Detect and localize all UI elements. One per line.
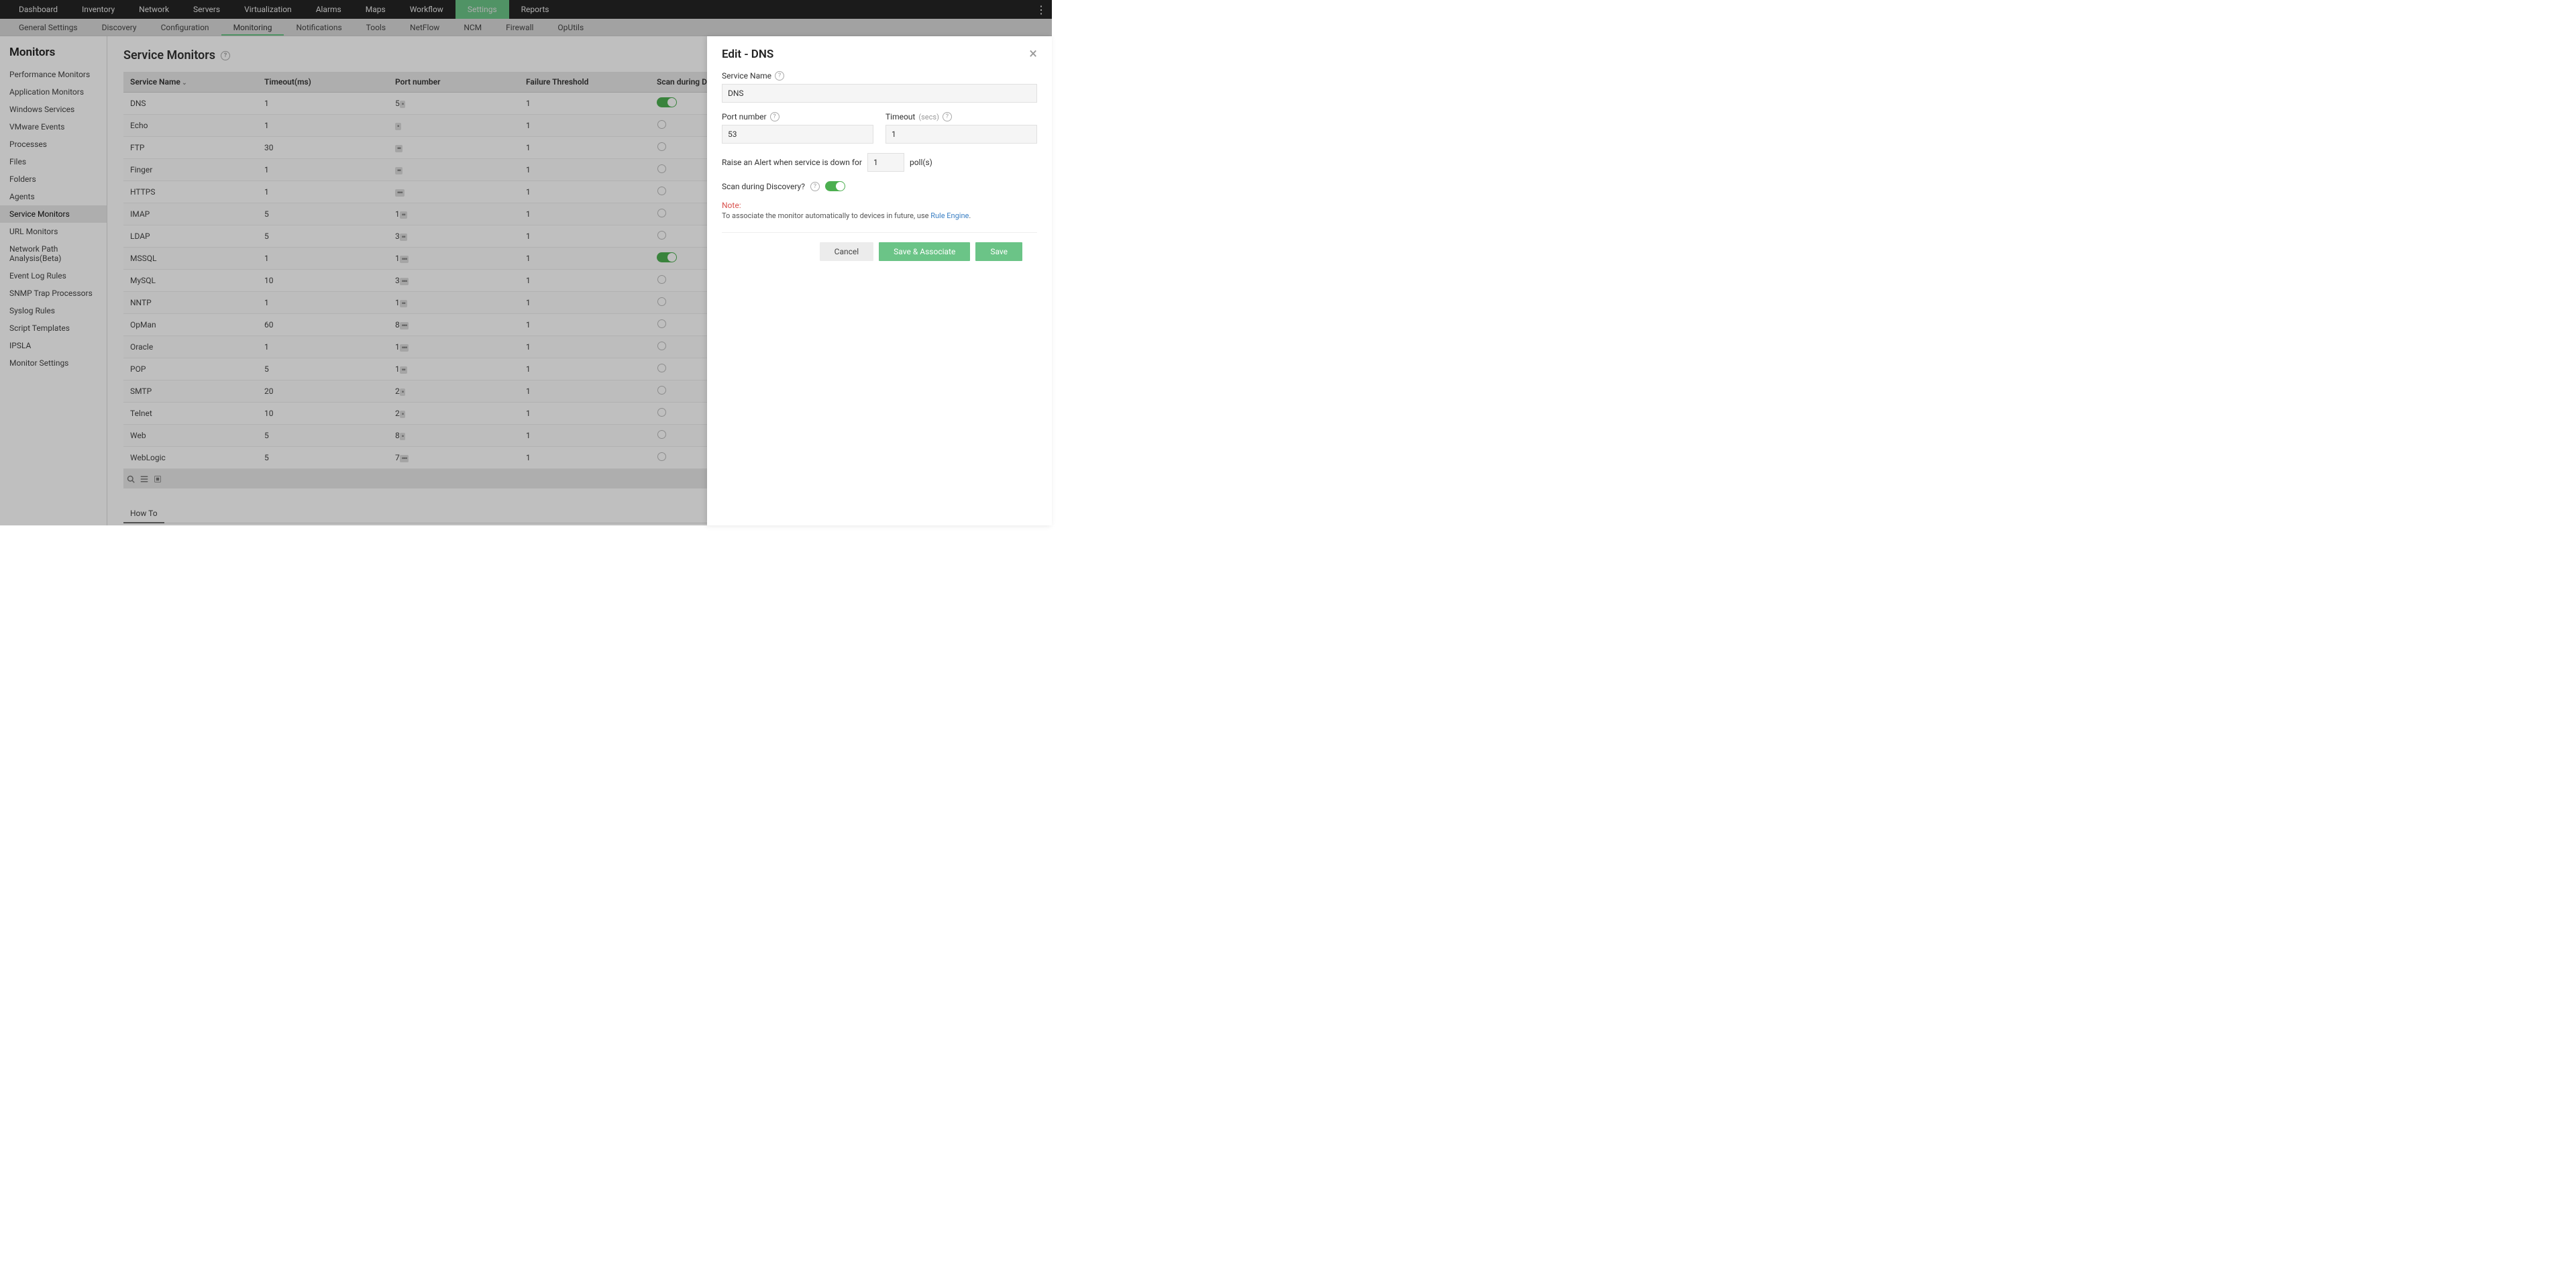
close-icon[interactable]: ×	[1029, 47, 1037, 62]
help-icon[interactable]: ?	[775, 71, 784, 81]
help-icon[interactable]: ?	[810, 182, 820, 191]
timeout-label: Timeout	[885, 112, 915, 121]
cancel-button[interactable]: Cancel	[820, 242, 874, 261]
note-text: To associate the monitor automatically t…	[722, 211, 1037, 220]
help-icon[interactable]: ?	[943, 112, 952, 121]
service-name-label: Service Name	[722, 71, 771, 81]
rule-engine-link[interactable]: Rule Engine	[930, 211, 969, 220]
scan-discovery-toggle[interactable]	[825, 181, 845, 191]
save-button[interactable]: Save	[975, 242, 1022, 261]
timeout-input[interactable]	[885, 125, 1037, 144]
polls-input[interactable]	[867, 153, 904, 172]
edit-panel: Edit - DNS × Service Name ? Port number …	[707, 36, 1052, 525]
scan-discovery-label: Scan during Discovery?	[722, 182, 805, 191]
panel-title: Edit - DNS	[722, 48, 1029, 61]
port-number-label: Port number	[722, 112, 767, 121]
service-name-input[interactable]	[722, 84, 1037, 103]
port-number-input[interactable]	[722, 125, 873, 144]
polls-label: poll(s)	[910, 158, 932, 167]
help-icon[interactable]: ?	[770, 112, 780, 121]
note-label: Note:	[722, 201, 1037, 210]
save-associate-button[interactable]: Save & Associate	[879, 242, 970, 261]
raise-alert-label: Raise an Alert when service is down for	[722, 158, 862, 167]
